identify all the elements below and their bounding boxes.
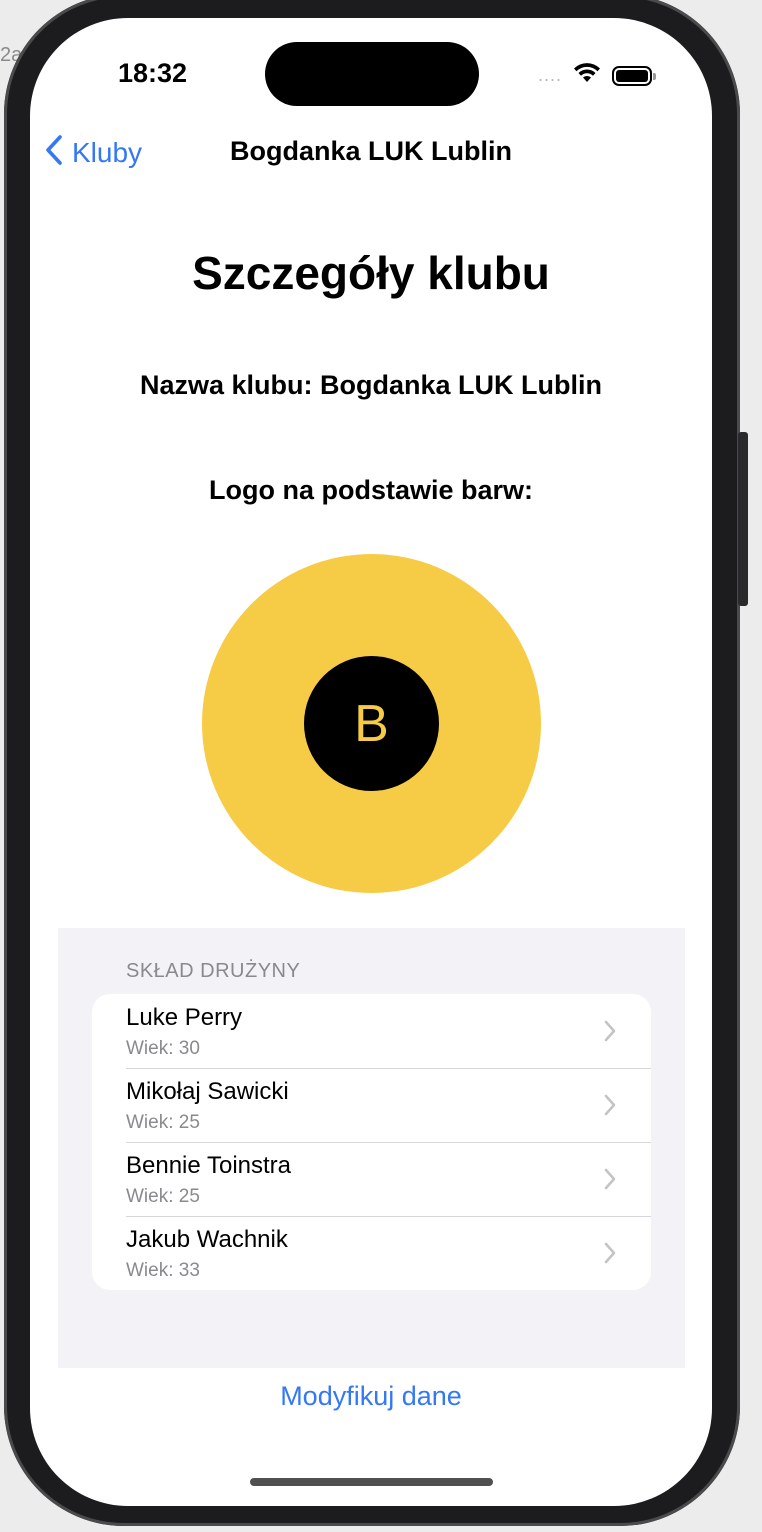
logo-label: Logo na podstawie barw: xyxy=(208,475,533,505)
wifi-icon xyxy=(572,62,602,89)
player-row[interactable]: Luke Perry Wiek: 30 xyxy=(92,994,651,1068)
player-name: Luke Perry xyxy=(126,1004,243,1031)
battery-icon xyxy=(612,65,656,86)
player-name: Jakub Wachnik xyxy=(126,1226,288,1253)
chevron-right-icon xyxy=(603,1242,617,1269)
player-age: Wiek: 33 xyxy=(126,1260,200,1281)
club-logo-center: B xyxy=(304,656,439,791)
side-button xyxy=(738,432,748,606)
status-time: 18:32 xyxy=(118,58,188,88)
player-name: Bennie Toinstra xyxy=(126,1152,291,1179)
player-age: Wiek: 25 xyxy=(126,1112,200,1133)
roster-list: Luke Perry Wiek: 30 Mikołaj Sawicki Wiek… xyxy=(92,994,651,1290)
roster-section: SKŁAD DRUŻYNY Luke Perry Wiek: 30 Mikoła… xyxy=(58,928,685,1368)
signal-icon: .... xyxy=(537,65,562,85)
status-icons: .... xyxy=(537,62,656,89)
player-row[interactable]: Jakub Wachnik Wiek: 33 xyxy=(92,1216,651,1290)
player-name: Mikołaj Sawicki xyxy=(126,1078,289,1105)
club-logo-letter: B xyxy=(354,694,389,753)
nav-title: Bogdanka LUK Lublin xyxy=(230,136,512,166)
player-age: Wiek: 25 xyxy=(126,1186,200,1207)
roster-section-header: SKŁAD DRUŻYNY xyxy=(126,960,301,982)
dynamic-island xyxy=(265,42,479,106)
chevron-right-icon xyxy=(603,1094,617,1121)
page-title: Szczegóły klubu xyxy=(192,247,550,299)
home-indicator[interactable] xyxy=(250,1478,493,1486)
club-logo: B xyxy=(202,554,541,893)
player-row[interactable]: Mikołaj Sawicki Wiek: 25 xyxy=(92,1068,651,1142)
player-age: Wiek: 30 xyxy=(126,1038,200,1059)
chevron-right-icon xyxy=(603,1020,617,1047)
chevron-right-icon xyxy=(603,1168,617,1195)
app-screen: 18:32 .... Kluby Bogdanka LUK Lublin Szc… xyxy=(30,18,712,1506)
player-row[interactable]: Bennie Toinstra Wiek: 25 xyxy=(92,1142,651,1216)
modify-data-button[interactable]: Modyfikuj dane xyxy=(30,1381,712,1412)
club-name-text: Nazwa klubu: Bogdanka LUK Lublin xyxy=(139,370,602,400)
